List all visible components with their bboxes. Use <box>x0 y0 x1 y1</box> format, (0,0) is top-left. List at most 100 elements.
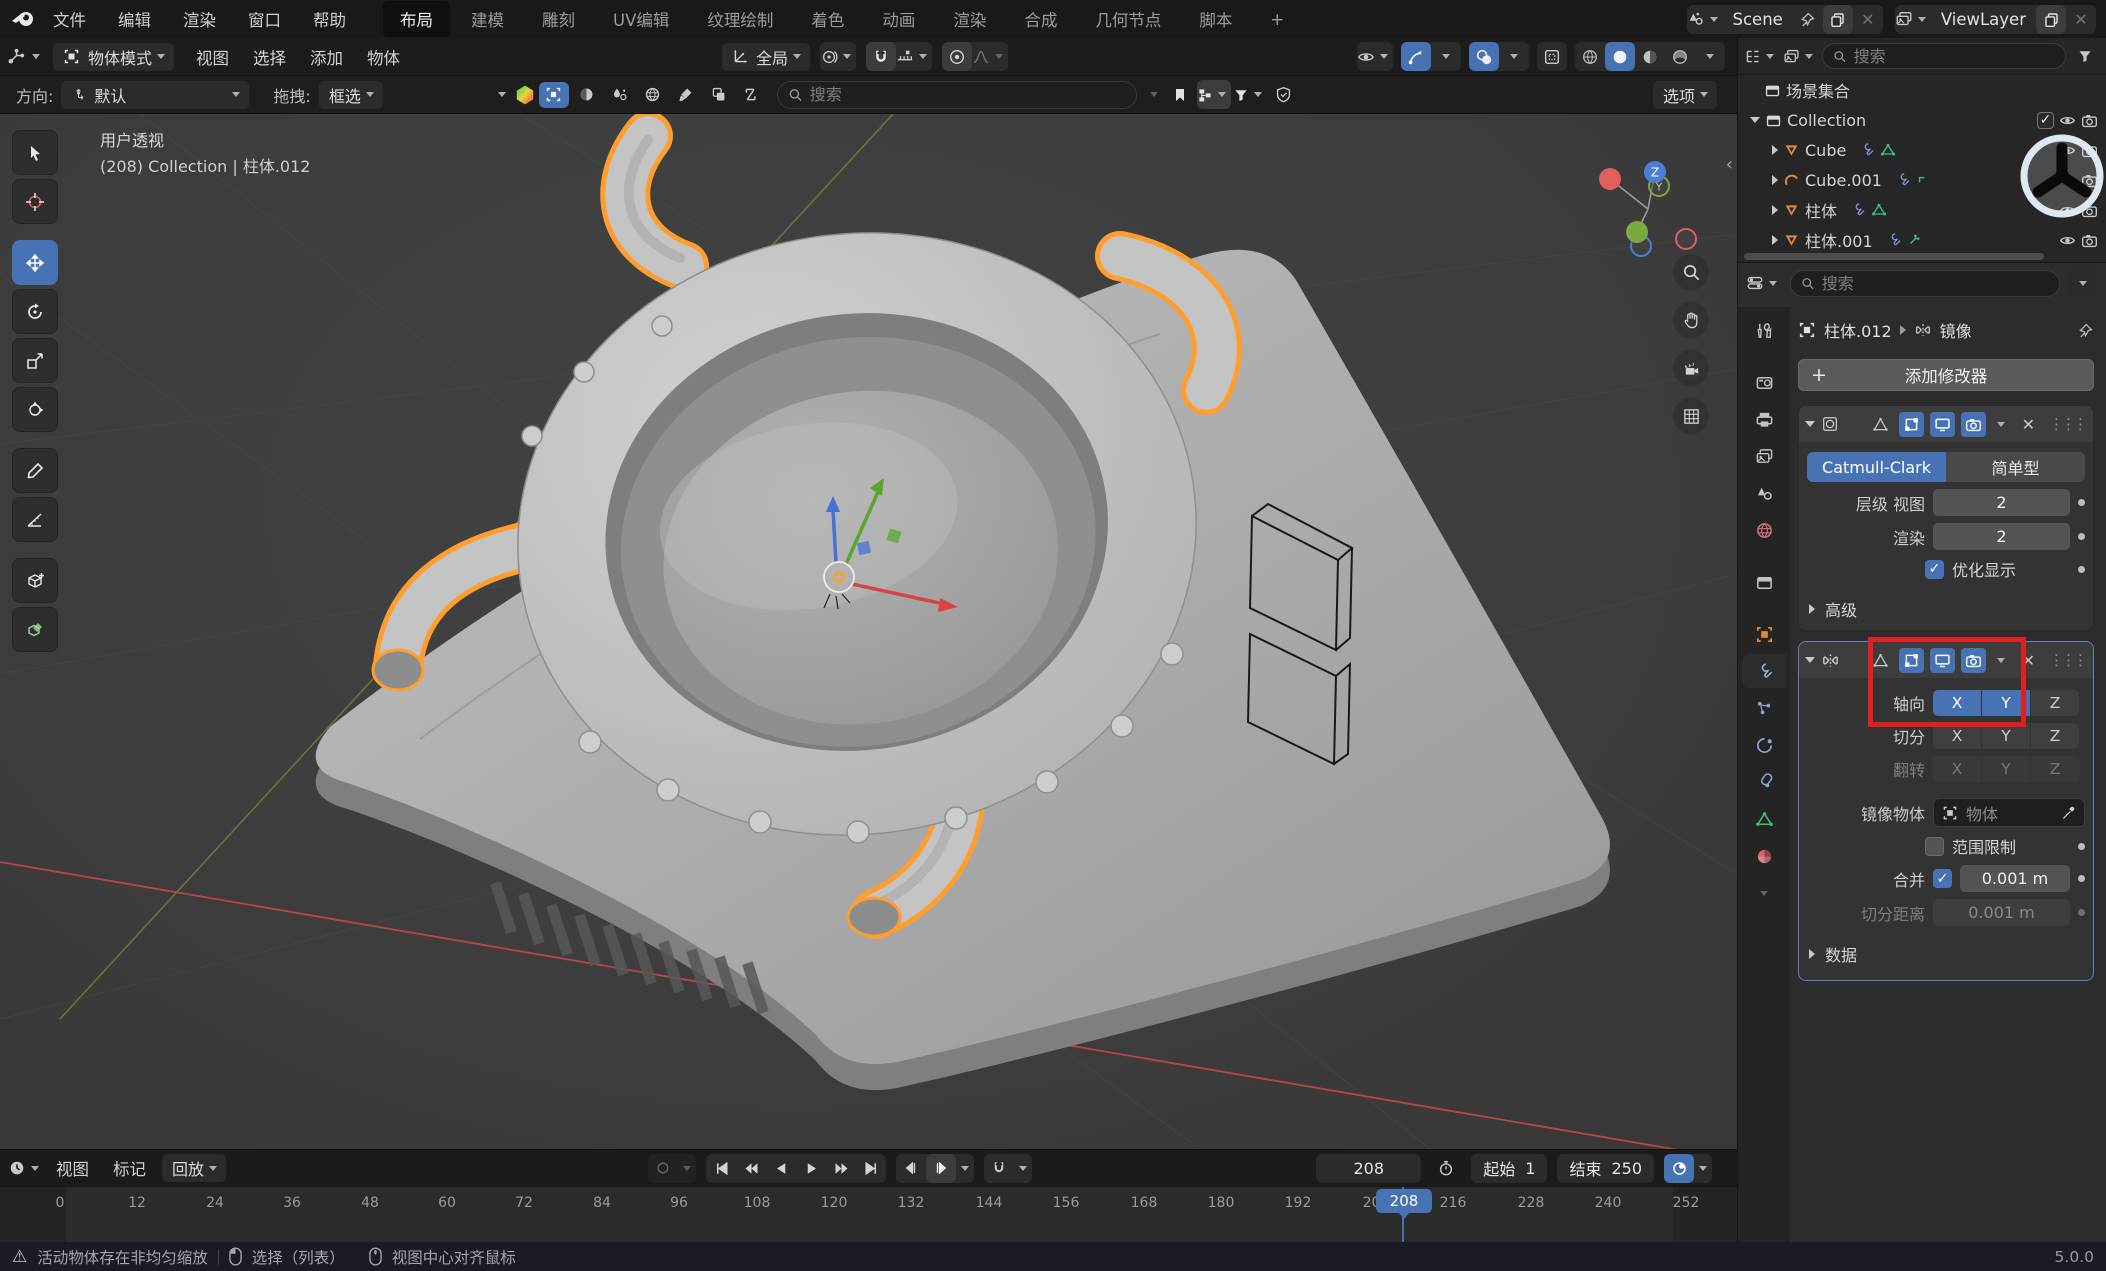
chevron-down-icon[interactable] <box>1150 92 1158 97</box>
editor-type-button[interactable] <box>8 42 45 71</box>
mode-select[interactable]: 物体模式 <box>53 43 174 71</box>
timeline-menu-view[interactable]: 视图 <box>44 1152 101 1184</box>
shading-rendered-button[interactable] <box>1665 42 1695 71</box>
overlays-dropdown[interactable] <box>1499 42 1529 71</box>
outliner-horizontal-scrollbar[interactable] <box>1744 253 2044 260</box>
tab-tool[interactable] <box>1742 313 1786 347</box>
scene-name[interactable]: Scene <box>1723 10 1793 29</box>
eye-icon[interactable] <box>2059 232 2076 249</box>
tool-sphere-icon[interactable] <box>572 80 602 109</box>
outliner-filter-button[interactable] <box>2070 42 2100 71</box>
scale-tool[interactable] <box>12 338 58 383</box>
expand-icon[interactable] <box>1805 657 1815 663</box>
mirror-modifier-header[interactable]: ✕ ⋮⋮⋮ <box>1799 642 2093 678</box>
tool-stamp-icon[interactable] <box>704 80 734 109</box>
bisect-x-button[interactable]: X <box>1933 723 1981 749</box>
expand-icon[interactable] <box>1805 421 1815 427</box>
axis-x-button[interactable]: X <box>1933 690 1981 716</box>
brush-gradient-icon[interactable] <box>514 84 536 106</box>
eyedropper-icon[interactable] <box>2060 805 2076 821</box>
select-box-tool[interactable] <box>12 130 58 175</box>
options-dropdown[interactable]: 选项 <box>1653 81 1717 109</box>
visibility-controls[interactable] <box>1357 42 1393 71</box>
jump-to-end-button[interactable] <box>856 1154 886 1183</box>
viewlayer-name[interactable]: ViewLayer <box>1931 10 2036 29</box>
tab-render[interactable] <box>1742 365 1786 399</box>
gizmo-dropdown[interactable] <box>1431 42 1461 71</box>
next-keyframe-button[interactable] <box>826 1154 856 1183</box>
keyframe-dot[interactable] <box>2078 499 2085 506</box>
interactive-add-tool[interactable] <box>12 607 58 652</box>
outliner-row-cube[interactable]: Cube <box>1738 135 2106 165</box>
tab-world[interactable] <box>1742 513 1786 547</box>
outliner-display-mode-button[interactable] <box>1783 42 1818 71</box>
menu-file[interactable]: 文件 <box>38 2 101 36</box>
move-tool[interactable] <box>12 240 58 285</box>
tab-rendering[interactable]: 渲染 <box>936 1 1003 37</box>
cursor-tool[interactable] <box>12 179 58 224</box>
zoom-button[interactable] <box>1673 254 1709 290</box>
breadcrumb-object[interactable]: 柱体.012 <box>1824 318 1892 342</box>
scene-pin-button[interactable] <box>1793 5 1823 34</box>
show-in-render-toggle[interactable] <box>1961 412 1986 437</box>
eye-icon[interactable] <box>2059 142 2076 159</box>
data-section-header[interactable]: 数据 <box>1799 933 2093 980</box>
viewport-3d[interactable]: Z Y 用户透视 (208) Collection | 柱体.012 ‹ <box>0 114 1737 1149</box>
scene-delete-button[interactable]: ✕ <box>1853 5 1883 34</box>
tab-collection[interactable] <box>1742 565 1786 599</box>
camera-icon[interactable] <box>2081 172 2098 189</box>
tab-object-data[interactable] <box>1742 802 1786 836</box>
tab-output[interactable] <box>1742 402 1786 436</box>
chevron-down-icon[interactable] <box>1760 891 1768 896</box>
bookmark-button[interactable] <box>1165 80 1195 109</box>
playhead[interactable]: 208 <box>1402 1187 1404 1243</box>
flip-y-button[interactable]: Y <box>1982 756 2030 782</box>
timeline-menu-marker[interactable]: 标记 <box>101 1152 158 1184</box>
camera-icon[interactable] <box>2081 112 2098 129</box>
rotate-tool[interactable] <box>12 289 58 334</box>
axis-y-positive[interactable] <box>1626 221 1648 243</box>
show-in-render-toggle[interactable] <box>1961 648 1986 673</box>
eye-icon[interactable] <box>2059 202 2076 219</box>
keyframe-dot[interactable] <box>2078 533 2085 540</box>
outliner-editor-type-button[interactable] <box>1744 42 1779 71</box>
bisect-y-button[interactable]: Y <box>1982 723 2030 749</box>
expand-icon[interactable] <box>1772 205 1778 215</box>
gizmos-toggle[interactable] <box>1401 42 1431 71</box>
transform-tool[interactable] <box>12 387 58 432</box>
pan-hand-button[interactable] <box>1673 302 1709 338</box>
merge-distance-field[interactable]: 0.001 m <box>1960 865 2070 892</box>
tab-animation[interactable]: 动画 <box>865 1 932 37</box>
expand-icon[interactable] <box>1772 175 1778 185</box>
prev-keyframe-button[interactable] <box>736 1154 766 1183</box>
keyframe-dot[interactable] <box>2078 909 2085 916</box>
drag-select[interactable]: 框选 <box>319 81 383 109</box>
add-modifier-button[interactable]: + 添加修改器 <box>1798 359 2094 391</box>
properties-search-input[interactable] <box>1822 274 2049 293</box>
viewlayer-delete-button[interactable]: ✕ <box>2066 5 2096 34</box>
chevron-down-icon[interactable] <box>498 92 506 97</box>
axis-z-button[interactable]: Z <box>2031 690 2079 716</box>
start-frame-field[interactable]: 起始 1 <box>1471 1154 1547 1183</box>
tab-sculpting[interactable]: 雕刻 <box>525 1 592 37</box>
show-in-editmode-toggle[interactable] <box>1899 648 1924 673</box>
play-reverse-button[interactable] <box>766 1154 796 1183</box>
outliner-row-cylinder001[interactable]: 柱体.001 <box>1738 225 2106 255</box>
overlays-toggle[interactable] <box>1469 42 1499 71</box>
eye-icon[interactable] <box>2059 172 2076 189</box>
step-back-button[interactable] <box>896 1154 926 1183</box>
ortho-grid-button[interactable] <box>1673 398 1709 434</box>
merge-checkbox[interactable]: ✓ <box>1933 869 1952 888</box>
menu-view[interactable]: 视图 <box>184 41 241 73</box>
chevron-down-icon[interactable] <box>1997 422 2005 427</box>
outliner-row-cube001[interactable]: Cube.001 <box>1738 165 2106 195</box>
bisect-z-button[interactable]: Z <box>2031 723 2079 749</box>
proportional-edit-toggle[interactable] <box>942 42 972 71</box>
shading-material-button[interactable] <box>1635 42 1665 71</box>
play-button[interactable] <box>796 1154 826 1183</box>
collection-checkbox[interactable]: ✓ <box>2037 112 2054 129</box>
shading-solid-button[interactable] <box>1605 42 1635 71</box>
annotate-tool[interactable] <box>12 448 58 493</box>
tool-z-icon[interactable] <box>737 80 767 109</box>
sidebar-collapse-arrow[interactable]: ‹ <box>1726 154 1733 175</box>
